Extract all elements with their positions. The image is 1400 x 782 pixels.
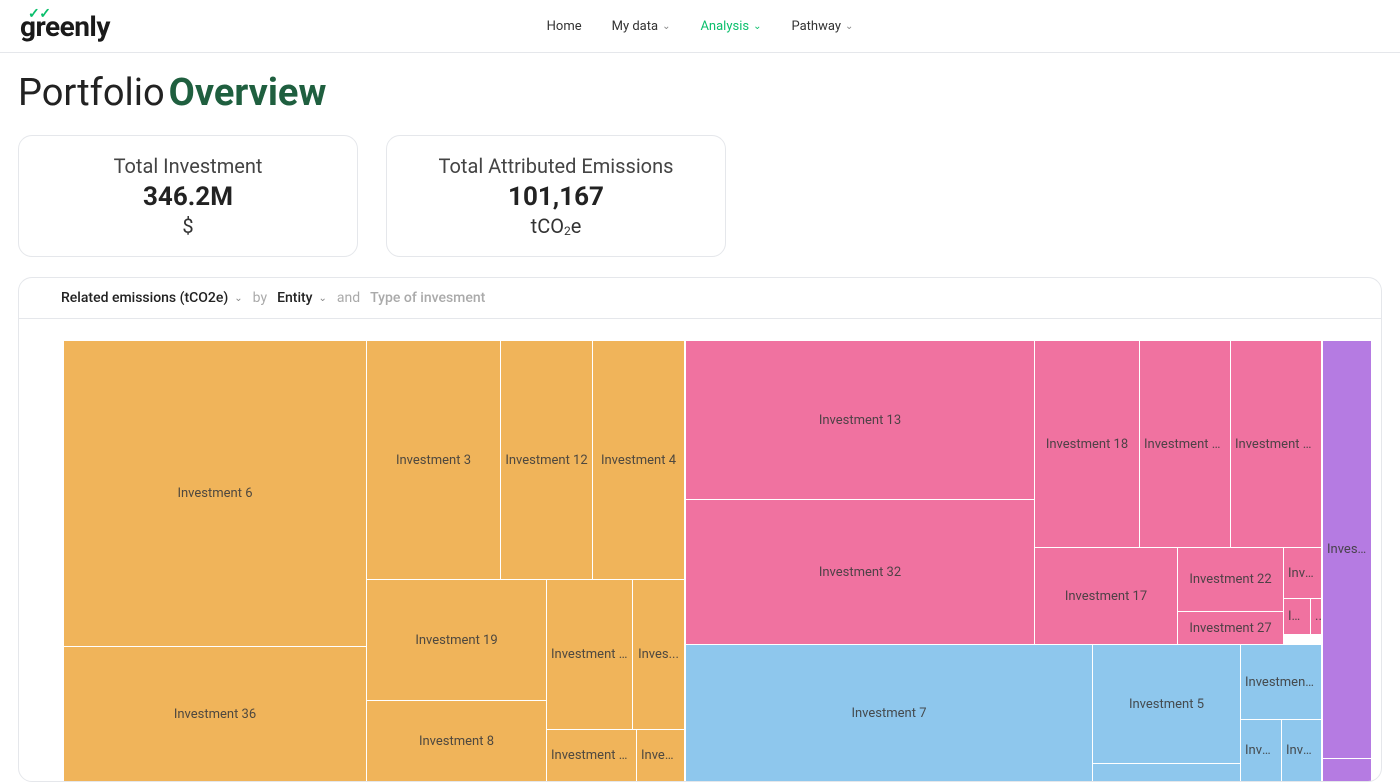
tile-label: Investment 36 [170,707,260,722]
tile-label: Investment 14 [1140,437,1230,452]
treemap-tile[interactable]: Investment 7 [686,645,1092,781]
tile-label: Investment 15 [547,647,632,662]
treemap-tile[interactable]: Investment 27 [1178,612,1283,644]
treemap-tile[interactable]: Investment 18 [1035,341,1139,547]
nav-my-data-label: My data [612,19,658,34]
card-unit: tCO2e [427,214,685,238]
tile-label: Inves... [634,647,683,662]
treemap-tile[interactable]: Investment 20 [1231,341,1321,547]
group1-select[interactable]: Entity ⌄ [277,290,327,306]
treemap-tile[interactable]: Inve... [1284,548,1321,598]
chevron-down-icon: ⌄ [753,21,761,32]
treemap-tile[interactable]: ... [1311,599,1321,634]
nav-analysis[interactable]: Analysis ⌄ [700,19,761,34]
treemap-tile[interactable]: Investment 36 [64,647,366,781]
main-nav: Home My data ⌄ Analysis ⌄ Pathway ⌄ [547,19,854,34]
tile-label: Investment 17 [1061,589,1151,604]
logo[interactable]: g✓✓reenly [20,10,110,43]
tile-label: Investment 7 [847,706,930,721]
treemap-tile[interactable]: Investment 32 [686,500,1034,644]
treemap-tile[interactable]: Investment 15 [547,580,632,729]
treemap-tile[interactable]: Investment 13 [686,341,1034,499]
card-title: Total Attributed Emissions [427,154,685,178]
card-total-emissions: Total Attributed Emissions 101,167 tCO2e [386,135,726,257]
group1-label: Entity [277,290,312,306]
treemap-tile[interactable]: Investment 14 [1140,341,1230,547]
tile-label: Investment 32 [815,565,905,580]
tile-label: Investment 20 [1231,437,1321,452]
treemap-chart: Investment 6 Investment 36 Investment 3 … [64,341,1371,781]
tile-label: Inve...b [1282,743,1321,758]
treemap-tile[interactable]: Inves... [1323,341,1371,758]
tile-label: Investment 3 [392,453,475,468]
tile-label: Investment 18 [1042,437,1132,452]
page-title-thin: Portfolio [18,71,165,115]
group2-placeholder: Type of invesment [370,290,485,306]
toolbar-by: by [253,290,267,306]
nav-pathway-label: Pathway [791,19,841,34]
tile-label: Investment 21 [547,748,636,763]
card-title: Total Investment [59,154,317,178]
tile-label: Investment 27 [1185,621,1275,636]
page-title: Portfolio Overview [0,53,1400,135]
nav-pathway[interactable]: Pathway ⌄ [791,19,853,34]
treemap-tile[interactable]: Investment 17 [1035,548,1177,644]
tile-label: Investment 22 [1185,572,1275,587]
treemap-tile[interactable]: Investment 4 [593,341,684,579]
card-total-investment: Total Investment 346.2M $ [18,135,358,257]
treemap-tile[interactable]: Investment 6 [64,341,366,646]
chevron-down-icon: ⌄ [234,293,242,304]
group2-select[interactable]: Type of invesment [370,290,485,306]
card-value: 101,167 [427,182,685,212]
tile-label: Investment 8 [415,734,498,749]
chevron-down-icon: ⌄ [662,21,670,32]
treemap-tile[interactable]: Investment 5 [1093,645,1240,763]
treemap-tile[interactable]: Investment ... [1241,645,1321,719]
chart-panel: Related emissions (tCO2e) ⌄ by Entity ⌄ … [18,277,1382,782]
tile-label: Investment 6 [173,486,256,501]
tile-label: ... [1311,609,1321,624]
treemap-tile[interactable] [1178,764,1240,781]
tile-label: Investment 13 [815,413,905,428]
tile-label: Investment 19 [411,633,501,648]
treemap-tile[interactable]: Inves... [633,580,684,729]
summary-cards: Total Investment 346.2M $ Total Attribut… [0,135,1400,277]
treemap-tile[interactable]: Investment 19 [367,580,546,700]
tile-label: Investment 4 [597,453,680,468]
tile-label: Inve... [1284,566,1321,581]
treemap-tile[interactable]: Investment 21 [547,730,636,781]
tile-label: Investment 5 [1125,697,1208,712]
toolbar-and: and [337,290,360,306]
nav-analysis-label: Analysis [700,19,749,34]
chart-toolbar: Related emissions (tCO2e) ⌄ by Entity ⌄ … [19,278,1381,319]
treemap-tile[interactable]: Investment 22 [1178,548,1283,611]
tile-label: Inve... [1241,743,1281,758]
nav-home[interactable]: Home [547,19,582,34]
treemap-tile[interactable]: Invest... [637,730,684,781]
tile-label: Inves... [1323,542,1371,557]
page-title-bold: Overview [169,71,327,115]
tile-label: Invest... [637,748,684,763]
nav-home-label: Home [547,19,582,34]
chevron-down-icon: ⌄ [319,293,327,304]
card-unit: $ [59,214,317,238]
tile-label: Investment 12 [501,453,591,468]
treemap-tile[interactable]: In... [1284,599,1310,634]
treemap-tile[interactable] [1323,759,1371,781]
metric-select[interactable]: Related emissions (tCO2e) ⌄ [61,290,243,306]
tile-label: In... [1284,609,1310,624]
metric-label: Related emissions (tCO2e) [61,290,228,306]
chevron-down-icon: ⌄ [845,21,853,32]
treemap-tile[interactable]: Investment 3 [367,341,500,579]
treemap-tile[interactable]: Investment 8 [367,701,546,781]
treemap-tile[interactable]: Investment 12 [501,341,592,579]
tile-label: Investment ... [1241,675,1321,690]
nav-my-data[interactable]: My data ⌄ [612,19,671,34]
card-value: 346.2M [59,182,317,212]
